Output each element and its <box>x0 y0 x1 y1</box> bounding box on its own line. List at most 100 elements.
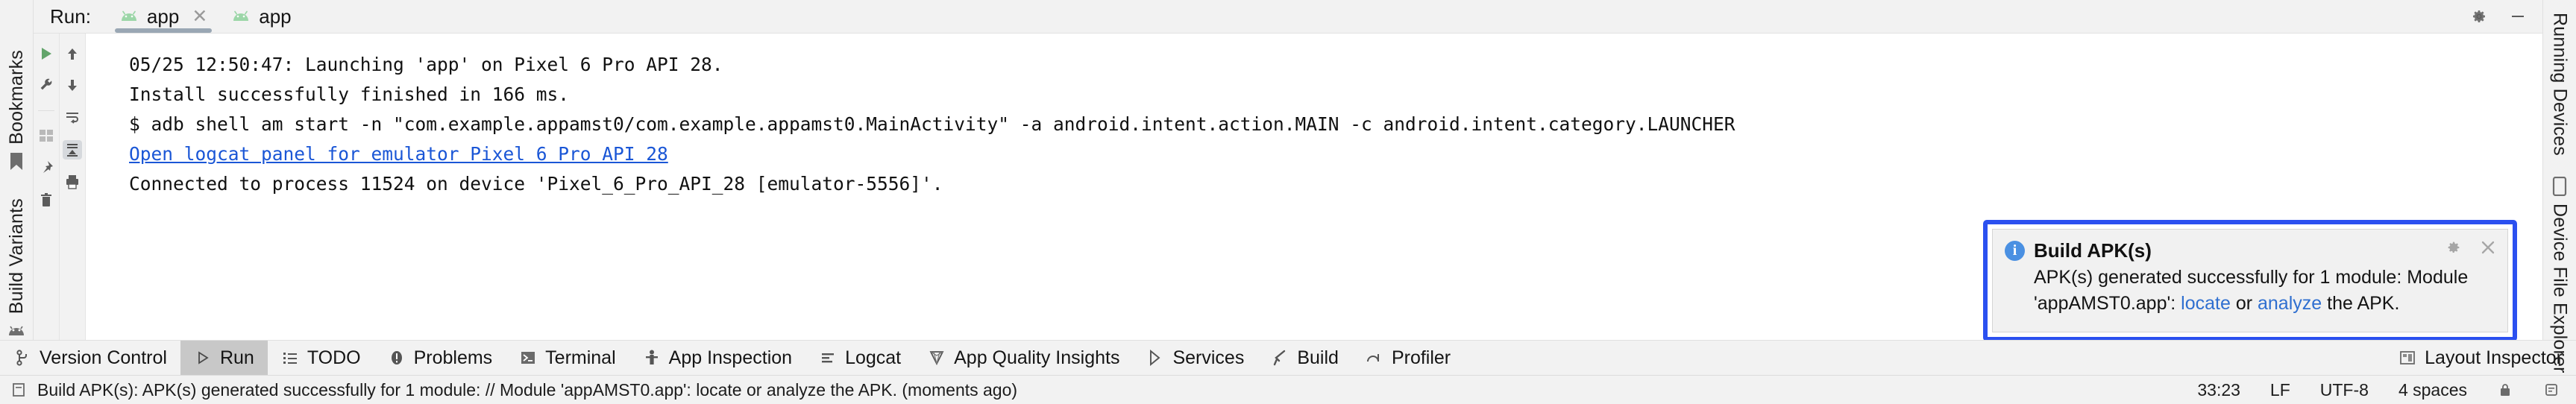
indent-setting[interactable]: 4 spaces <box>2398 380 2467 400</box>
sidebar-item-device-file-explorer[interactable]: Device File Explorer <box>2549 169 2571 373</box>
tab-logcat[interactable]: Logcat <box>805 341 914 375</box>
tab-label: Services <box>1172 347 1245 368</box>
tab-label: Profiler <box>1391 347 1451 368</box>
gem-icon <box>928 349 946 367</box>
tab-run[interactable]: Run <box>180 341 268 375</box>
console-output[interactable]: 05/25 12:50:47: Launching 'app' on Pixel… <box>86 34 2542 340</box>
run-header-actions <box>2469 7 2542 26</box>
tab-layout-inspector[interactable]: Layout Inspector <box>2385 341 2576 375</box>
arrow-down-icon[interactable] <box>63 76 82 95</box>
services-icon <box>1146 349 1164 367</box>
tab-problems[interactable]: Problems <box>374 341 506 375</box>
tab-label: App Quality Insights <box>954 347 1120 368</box>
tab-services[interactable]: Services <box>1133 341 1257 375</box>
gear-icon[interactable] <box>2445 239 2463 256</box>
logcat-icon <box>819 349 837 367</box>
console-line: 05/25 12:50:47: Launching 'app' on Pixel… <box>129 54 723 75</box>
tab-label: Build <box>1297 347 1339 368</box>
run-window-label: Run: <box>50 4 91 28</box>
pin-icon[interactable] <box>37 158 56 177</box>
notification-inner: i Build APK(s) APK(s) generated successf… <box>1992 229 2508 332</box>
minimize-icon[interactable] <box>2508 7 2528 26</box>
run-toolbar-primary <box>34 34 60 340</box>
inspection-icon <box>643 349 661 367</box>
android-variant-icon <box>6 321 27 341</box>
tab-label: TODO <box>307 347 361 368</box>
android-icon <box>119 10 139 22</box>
bottombar-spacer <box>1464 341 2385 375</box>
wrench-icon[interactable] <box>37 76 56 95</box>
tab-build[interactable]: Build <box>1257 341 1352 375</box>
tab-label: Run <box>219 347 254 368</box>
close-icon[interactable] <box>2479 239 2497 256</box>
tab-todo[interactable]: TODO <box>268 341 374 375</box>
notification-actions <box>2445 239 2497 256</box>
notification-icon[interactable] <box>10 382 27 398</box>
right-tool-strip: Running Devices Device File Explorer <box>2542 0 2576 373</box>
file-encoding[interactable]: UTF-8 <box>2320 380 2369 400</box>
info-icon: i <box>2005 241 2025 261</box>
android-studio-window: Bookmarks Build Variants Run: app ✕ app … <box>0 0 2576 404</box>
close-icon[interactable]: ✕ <box>192 7 207 26</box>
build-notification-popup[interactable]: i Build APK(s) APK(s) generated successf… <box>1983 220 2517 340</box>
print-icon[interactable] <box>63 172 82 192</box>
branch-icon <box>13 349 31 367</box>
play-icon[interactable] <box>37 44 56 63</box>
run-toolbar-secondary <box>60 34 86 340</box>
toolbar-divider <box>38 110 54 111</box>
tab-app-quality-insights[interactable]: App Quality Insights <box>914 341 1133 375</box>
play-icon <box>194 349 212 367</box>
notification-link-locate[interactable]: locate <box>2181 293 2231 314</box>
phone-icon <box>2549 176 2570 197</box>
terminal-icon <box>519 349 537 367</box>
tab-label: Problems <box>413 347 493 368</box>
caret-position[interactable]: 33:23 <box>2197 380 2240 400</box>
run-tab-app-2[interactable]: app <box>219 0 303 33</box>
notification-body: APK(s) generated successfully for 1 modu… <box>2005 262 2495 317</box>
sidebar-item-bookmarks[interactable]: Bookmarks <box>6 43 28 172</box>
run-tool-window: Run: app ✕ app 05/25 12:50:47: Launching… <box>34 0 2542 340</box>
run-header: Run: app ✕ app <box>34 0 2542 34</box>
tab-app-inspection[interactable]: App Inspection <box>629 341 805 375</box>
lock-icon[interactable] <box>2497 382 2513 398</box>
android-icon <box>231 10 251 22</box>
status-indicators: 33:23 LF UTF-8 4 spaces <box>2197 380 2576 400</box>
tool-window-bar: Version Control Run TODO Problems Termin <box>0 340 2576 375</box>
status-message-group[interactable]: Build APK(s): APK(s) generated successfu… <box>0 380 1017 400</box>
gear-icon[interactable] <box>2469 7 2489 26</box>
run-content: 05/25 12:50:47: Launching 'app' on Pixel… <box>34 34 2542 340</box>
bookmark-icon <box>6 151 27 172</box>
notification-link-analyze[interactable]: analyze <box>2258 293 2322 314</box>
tab-version-control[interactable]: Version Control <box>0 341 180 375</box>
console-link-open-logcat[interactable]: Open logcat panel for emulator Pixel 6 P… <box>86 139 668 169</box>
sidebar-item-build-variants[interactable]: Build Variants <box>6 192 28 341</box>
layout-inspector-icon <box>2398 349 2416 367</box>
sidebar-item-label: Running Devices <box>2549 13 2571 156</box>
error-icon <box>388 349 406 367</box>
tab-label: Layout Inspector <box>2425 347 2563 368</box>
tab-terminal[interactable]: Terminal <box>506 341 629 375</box>
scroll-end-icon[interactable] <box>63 140 82 160</box>
console-line: $ adb shell am start -n "com.example.app… <box>129 113 1735 135</box>
notification-body-middle: or <box>2230 293 2258 314</box>
run-tab-label: app <box>146 4 180 28</box>
tab-profiler[interactable]: Profiler <box>1352 341 1464 375</box>
tab-label: Version Control <box>40 347 167 368</box>
profiler-icon <box>1366 349 1383 367</box>
layout-icon[interactable] <box>37 126 56 145</box>
console-line: Install successfully finished in 166 ms. <box>129 83 570 105</box>
sidebar-item-label: Device File Explorer <box>2549 203 2571 373</box>
trash-icon[interactable] <box>37 190 56 209</box>
events-icon[interactable] <box>2543 382 2560 398</box>
arrow-up-icon[interactable] <box>63 44 82 63</box>
run-tab-app-1[interactable]: app ✕ <box>107 0 219 33</box>
tab-label: App Inspection <box>668 347 793 368</box>
sidebar-item-running-devices[interactable]: Running Devices <box>2549 6 2571 156</box>
status-bar: Build APK(s): APK(s) generated successfu… <box>0 375 2576 404</box>
wrap-icon[interactable] <box>63 108 82 127</box>
list-icon <box>281 349 299 367</box>
notification-title: Build APK(s) <box>2034 239 2152 262</box>
status-message[interactable]: Build APK(s): APK(s) generated successfu… <box>37 380 1017 400</box>
tab-label: Terminal <box>545 347 616 368</box>
line-separator[interactable]: LF <box>2270 380 2290 400</box>
